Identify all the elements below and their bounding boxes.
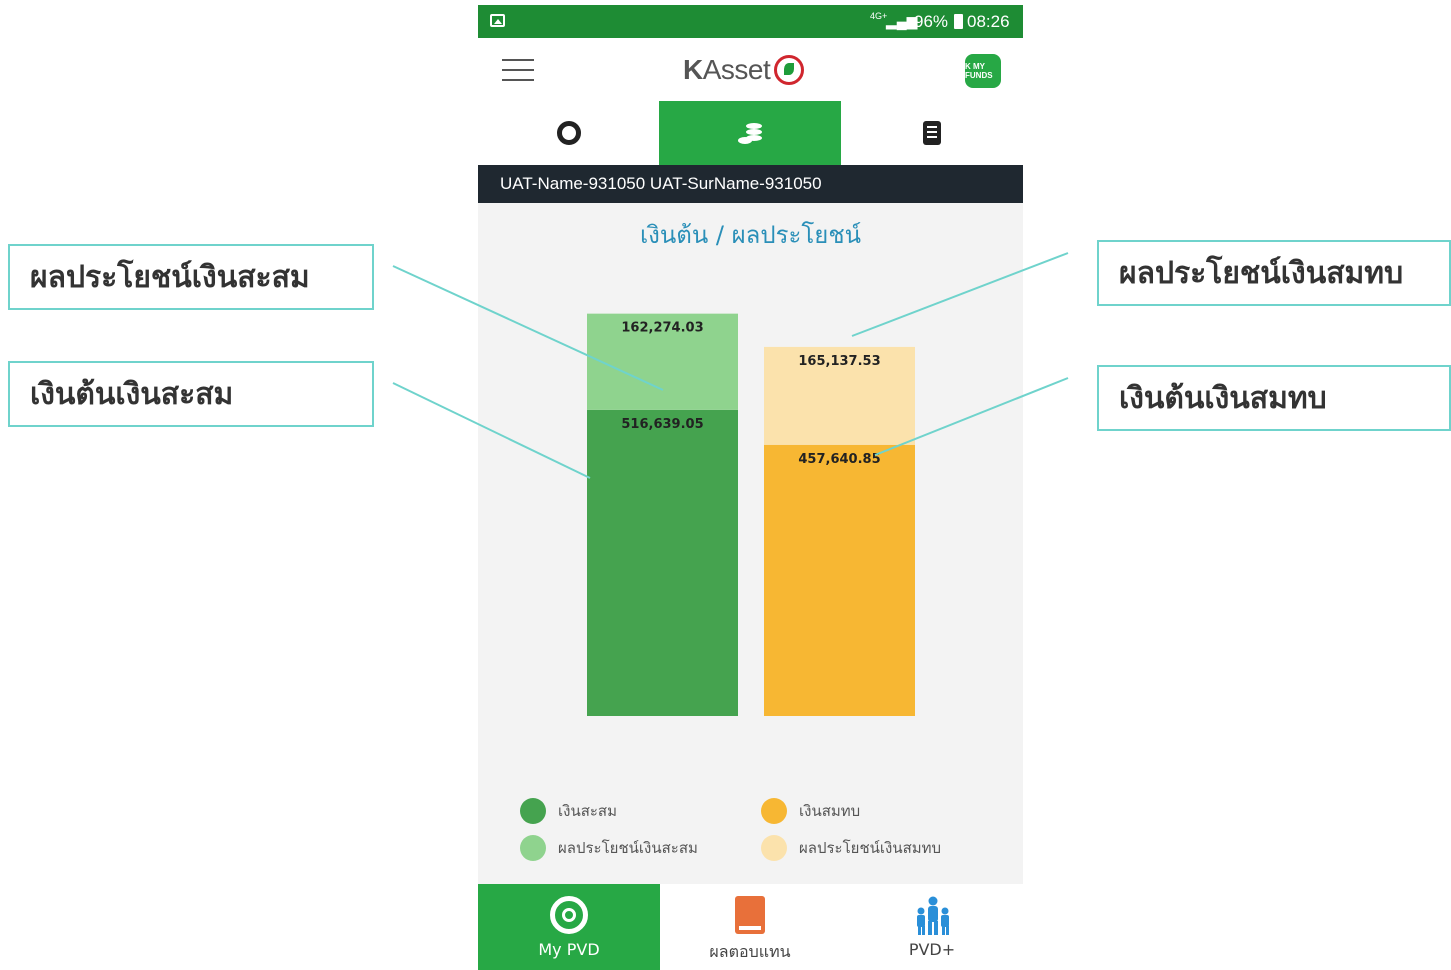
bar-matching-principal-value-label: 457,640.85 — [798, 452, 880, 467]
nav-pvd-plus[interactable]: PVD+ — [841, 884, 1023, 970]
nav-label: My PVD — [538, 940, 600, 959]
stacked-bar-chart: 516,639.05 162,274.03 457,640.85 165,137.53 — [587, 313, 915, 716]
nav-my-pvd[interactable]: My PVD — [478, 884, 660, 970]
book-icon — [735, 896, 765, 934]
legend-label: ผลประโยชน์เงินสมทบ — [799, 839, 942, 857]
nav-label: PVD+ — [908, 940, 956, 959]
legend-dot — [761, 798, 787, 824]
legend-dot — [761, 835, 787, 861]
annotation-contribution-principal: เงินต้นเงินสะสม — [8, 361, 374, 427]
legend-label: ผลประโยชน์เงินสะสม — [558, 839, 698, 857]
legend-label: เงินสมทบ — [799, 802, 861, 820]
legend-item-contribution-benefit: ผลประโยชน์เงินสะสม — [520, 835, 698, 861]
legend-item-matching: เงินสมทบ — [761, 798, 860, 824]
bar-contribution-principal — [587, 409, 738, 716]
bar-matching-benefit-value-label: 165,137.53 — [798, 354, 880, 369]
bar-contribution-principal-value-label: 516,639.05 — [621, 417, 703, 432]
legend-dot — [520, 835, 546, 861]
aperture-icon — [550, 896, 588, 934]
annotation-contribution-benefit: ผลประโยชน์เงินสะสม — [8, 244, 374, 310]
legend-item-contribution: เงินสะสม — [520, 798, 617, 824]
legend-item-matching-benefit: ผลประโยชน์เงินสมทบ — [761, 835, 941, 861]
annotation-matching-benefit: ผลประโยชน์เงินสมทบ — [1097, 240, 1451, 306]
phone-screen: 4G+ ▂▄▆ 96% 08:26 K Asset K MY FUNDS UAT… — [478, 5, 1023, 970]
nav-label: ผลตอบแทน — [709, 942, 791, 961]
legend-dot — [520, 798, 546, 824]
bottom-navigation: My PVD ผลตอบแทน PVD+ — [478, 884, 1023, 970]
legend-label: เงินสะสม — [558, 802, 617, 820]
annotation-matching-principal: เงินต้นเงินสมทบ — [1097, 365, 1451, 431]
nav-returns[interactable]: ผลตอบแทน — [659, 884, 841, 970]
bar-contribution-benefit-value-label: 162,274.03 — [621, 321, 703, 336]
family-icon — [917, 896, 949, 935]
bar-matching-principal — [764, 444, 915, 716]
